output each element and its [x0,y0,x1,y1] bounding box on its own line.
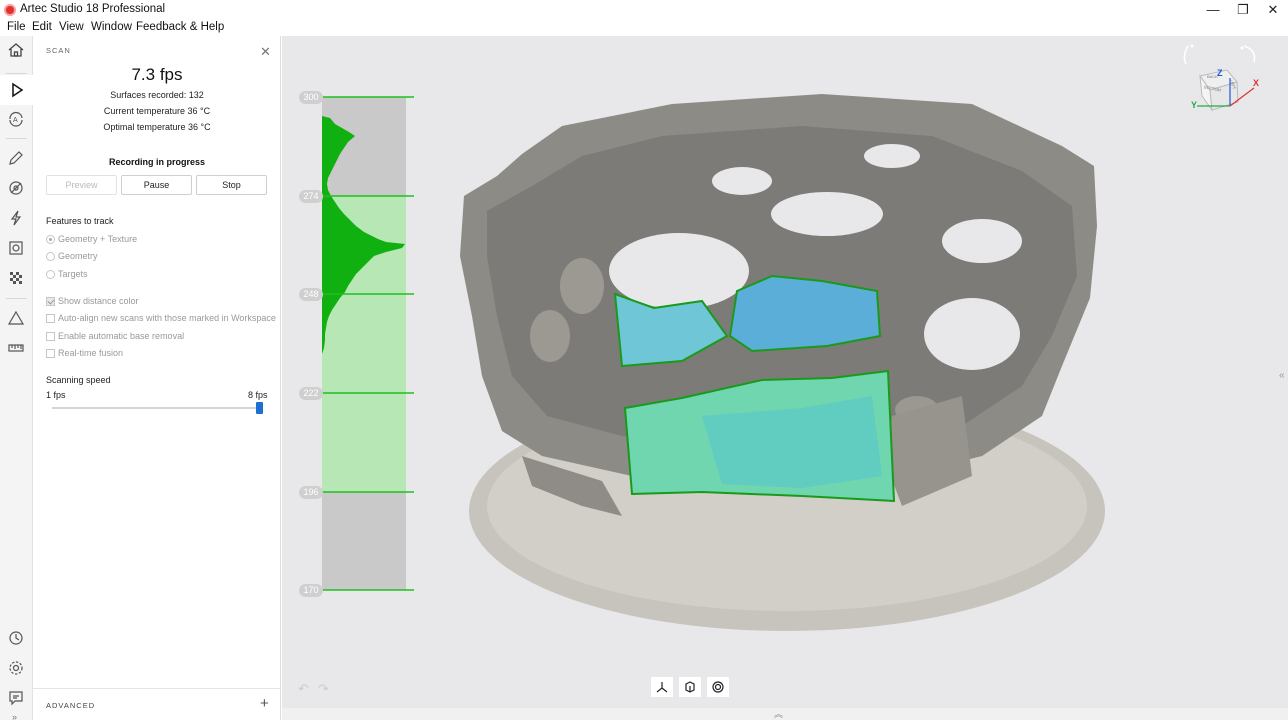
feature-geometry[interactable]: Geometry [46,251,98,261]
speed-min-label: 1 fps [46,390,66,400]
option-label: Targets [58,269,88,279]
option-label: Show distance color [58,296,139,306]
axis-x-label: X [1253,78,1260,88]
menu-feedback-help[interactable]: Feedback & Help [136,21,224,33]
menu-window[interactable]: Window [91,21,132,33]
option-label: Real-time fusion [58,348,124,358]
distance-tick-300: 300 [299,91,323,104]
distance-tick-222: 222 [299,387,323,400]
advanced-label: ADVANCED [46,701,96,710]
left-toolbar: A » [0,36,33,722]
settings-gear-icon[interactable] [5,657,27,679]
close-panel-icon[interactable]: ✕ [260,44,271,60]
radio-button[interactable] [46,269,55,279]
checkbox[interactable] [46,348,55,358]
home-icon[interactable] [5,39,27,61]
undo-icon[interactable]: ↶ [298,681,309,697]
option-auto-align[interactable]: Auto-align new scans with those marked i… [46,313,276,323]
toolbar-divider [6,298,27,299]
minimize-button[interactable]: — [1196,0,1230,20]
toolbar-divider [6,73,27,74]
expand-bottom-panel-icon[interactable]: ︽ [774,707,783,720]
recording-status: Recording in progress [108,157,206,167]
scan-panel: SCAN ✕ 7.3 fps Surfaces recorded: 132 Cu… [33,36,281,720]
viewport-drawing [306,44,1256,631]
surfaces-recorded: Surfaces recorded: 132 [110,90,204,100]
checkbox[interactable] [46,313,55,323]
chat-feedback-icon[interactable] [5,687,27,709]
feature-targets[interactable]: Targets [46,269,88,279]
fusion-bolt-icon[interactable] [5,207,27,229]
scanning-speed-heading: Scanning speed [46,375,111,385]
speed-slider-track[interactable] [52,407,260,409]
checkbox[interactable] [46,331,55,341]
option-auto-base-removal[interactable]: Enable automatic base removal [46,331,184,341]
advanced-section[interactable]: ADVANCED + [33,688,281,720]
window-title: Artec Studio 18 Professional [20,3,166,15]
pause-button[interactable]: Pause [121,175,192,195]
preview-button[interactable]: Preview [46,175,117,195]
speed-max-label: 8 fps [248,390,268,400]
object-mode-icon[interactable] [679,677,701,697]
checker-icon[interactable] [5,267,27,289]
option-label: Enable automatic base removal [58,331,185,341]
optimal-temperature: Optimal temperature 36 °C [103,122,211,132]
option-real-time-fusion[interactable]: Real-time fusion [46,348,123,358]
option-show-distance-color[interactable]: Show distance color [46,296,139,306]
transform-icon[interactable] [651,677,673,697]
expand-plus-icon[interactable]: + [260,695,269,712]
feature-geometry-texture[interactable]: Geometry + Texture [46,234,137,244]
ruler-icon[interactable] [5,337,27,359]
toolbar-divider [6,138,27,139]
expand-toolbar-icon[interactable]: » [12,712,17,722]
checkbox[interactable] [46,296,55,306]
current-temperature: Current temperature 36 °C [103,106,211,116]
speed-slider-handle[interactable] [256,402,263,414]
radio-button[interactable] [46,234,55,244]
history-icon[interactable] [5,627,27,649]
distance-tick-196: 196 [299,486,323,499]
option-label: Geometry + Texture [58,234,138,244]
menu-view[interactable]: View [59,21,84,33]
texture-icon[interactable] [5,237,27,259]
svg-text:A: A [13,117,18,124]
close-window-button[interactable]: ✕ [1256,0,1288,20]
menu-file[interactable]: File [7,21,26,33]
distance-tick-170: 170 [299,584,323,597]
option-label: Geometry [58,251,98,261]
cube-face-back: BACK [1207,74,1218,79]
measure-triangle-icon[interactable] [5,307,27,329]
restore-button[interactable]: ❐ [1226,0,1260,20]
scanned-model [460,94,1105,631]
panel-title: SCAN [46,46,71,55]
distance-tick-274: 274 [299,190,323,203]
status-bar: ︽ [282,708,1288,720]
option-label: Auto-align new scans with those marked i… [58,313,276,323]
tools-icon[interactable] [5,177,27,199]
distance-tick-248: 248 [299,288,323,301]
collapse-right-panel-icon[interactable]: « [1279,370,1285,381]
fps-readout: 7.3 fps [131,65,183,84]
redo-icon[interactable]: ↷ [318,681,329,697]
stop-button[interactable]: Stop [196,175,267,195]
scan-region-blue-right [728,274,882,353]
axis-y-label: Y [1191,100,1198,110]
3d-viewport[interactable]: Z X Y BOTTOM BACK LEFT 300 274 248 222 1… [282,36,1288,708]
radio-button[interactable] [46,251,55,261]
artec-logo-icon [4,4,16,16]
features-heading: Features to track [46,216,114,226]
menu-edit[interactable]: Edit [32,21,52,33]
edit-pencil-icon[interactable] [5,147,27,169]
menu-bar: File Edit View Window Feedback & Help [0,20,1288,36]
title-bar: Artec Studio 18 Professional — ❐ ✕ [0,0,1288,20]
scan-play-icon[interactable] [0,75,33,105]
autopilot-icon[interactable]: A [5,108,27,130]
target-icon[interactable] [707,677,729,697]
